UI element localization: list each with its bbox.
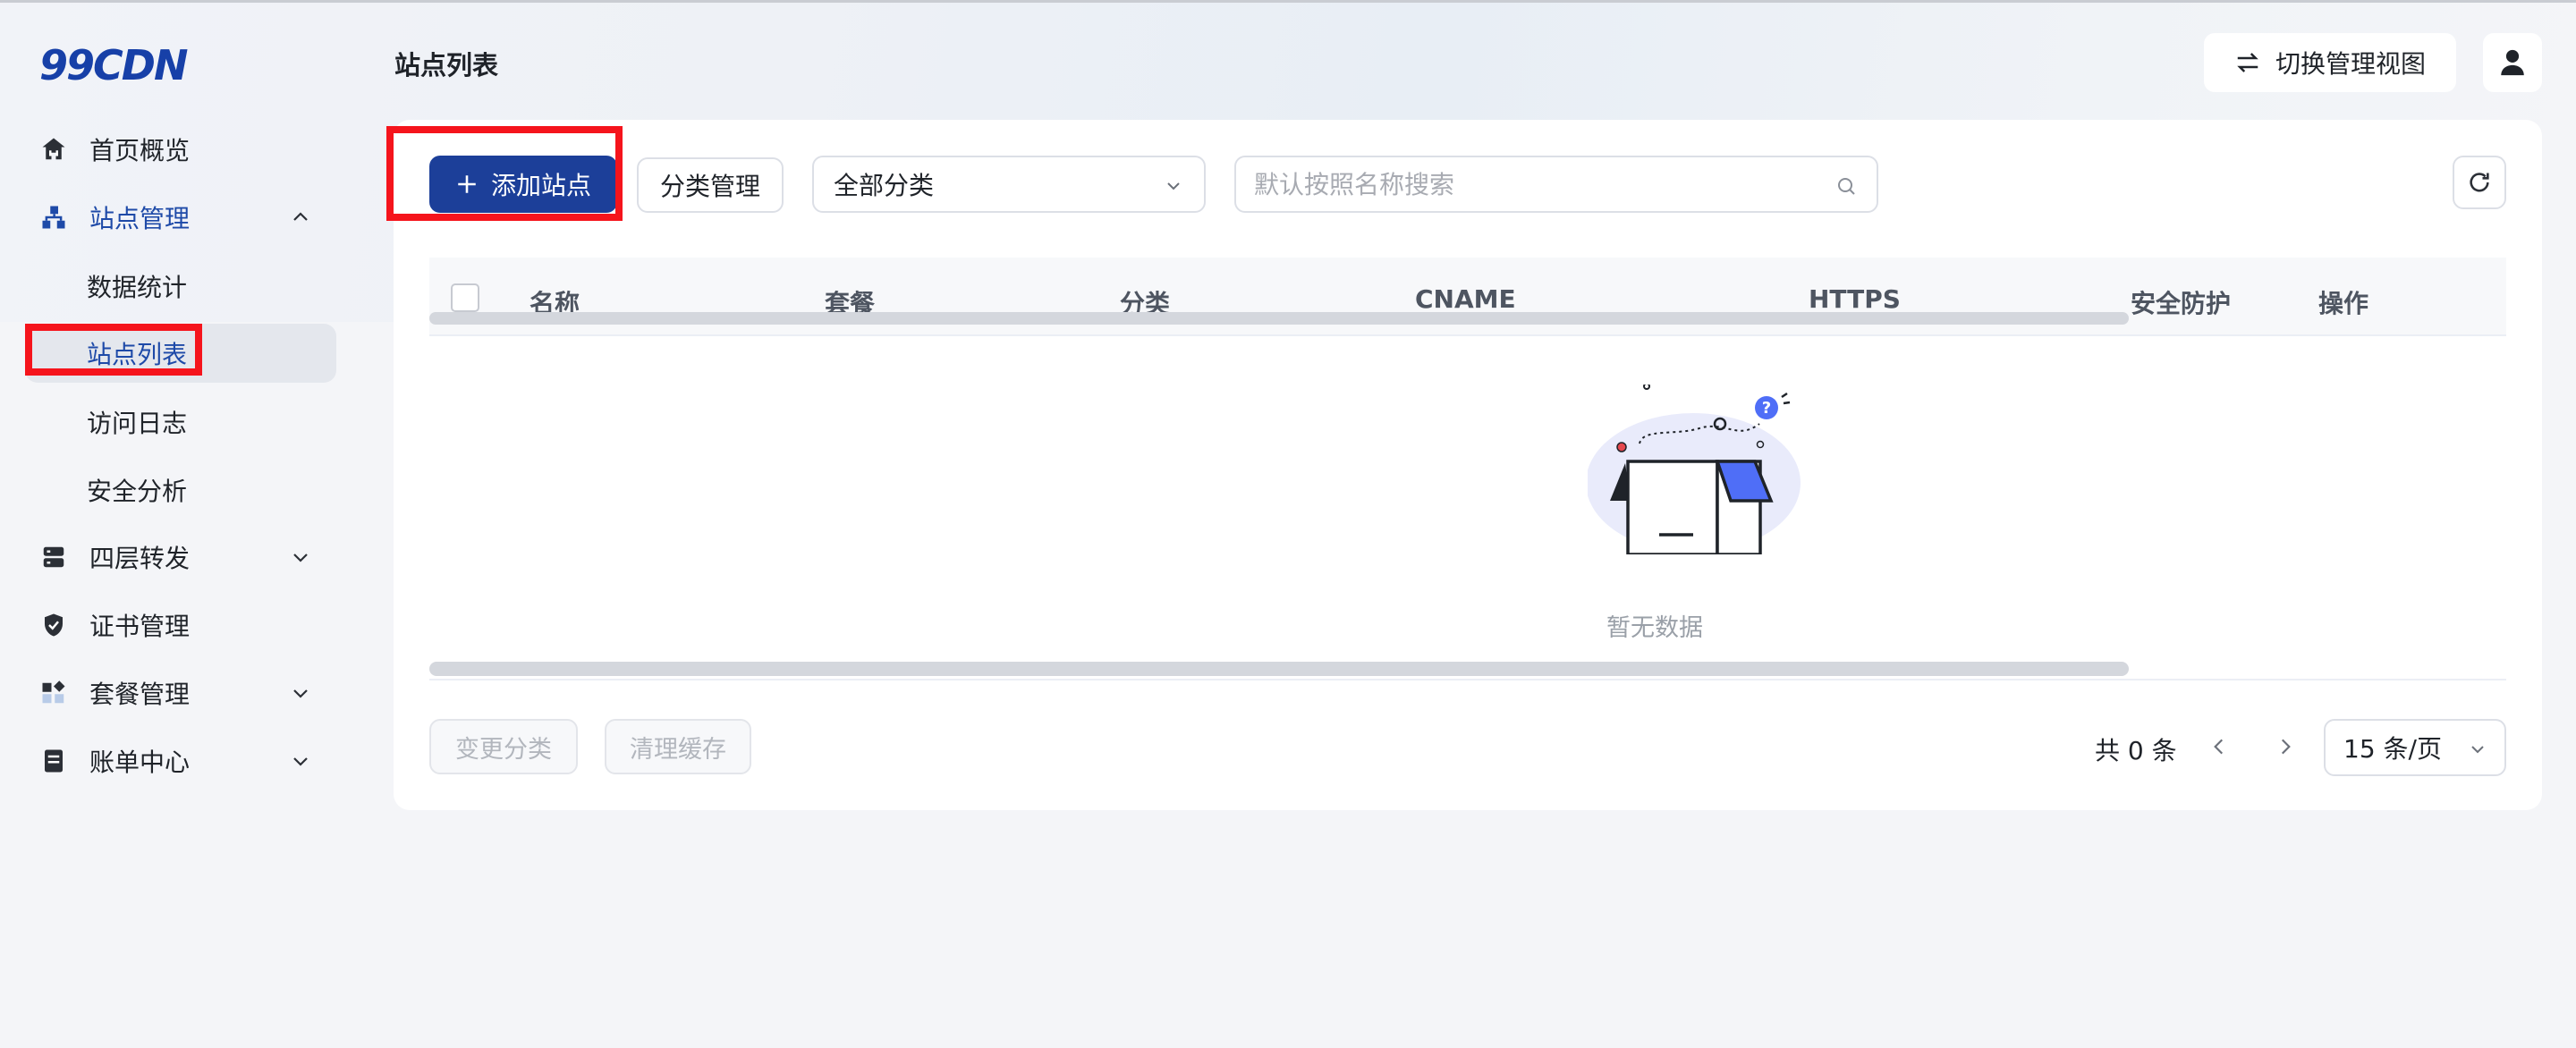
- sidebar-item-label: 证书管理: [89, 612, 191, 641]
- category-select[interactable]: 全部分类: [812, 156, 1206, 213]
- table-horizontal-scrollbar[interactable]: [429, 662, 2129, 676]
- highlight-box-add-site: [386, 126, 623, 221]
- package-icon: [39, 679, 68, 707]
- user-icon: [2501, 49, 2524, 76]
- sidebar-item-label: 套餐管理: [89, 680, 191, 709]
- sidebar-item-site-management[interactable]: 站点管理: [25, 189, 336, 246]
- clear-cache-button[interactable]: 清理缓存: [605, 719, 751, 774]
- page-size-value: 15 条/页: [2343, 734, 2442, 764]
- sidebar-item-access-logs[interactable]: 访问日志: [25, 393, 336, 452]
- window-top-border: [0, 0, 2576, 3]
- svg-text:?: ?: [1762, 399, 1771, 418]
- sidebar-item-security-analysis[interactable]: 安全分析: [25, 461, 336, 520]
- shield-icon: [39, 611, 68, 639]
- sidebar-item-l4-forwarding[interactable]: 四层转发: [25, 528, 336, 586]
- empty-state-text: 暂无数据: [1606, 614, 1703, 642]
- sidebar-item-label: 数据统计: [87, 273, 188, 302]
- logo[interactable]: 99CDN: [39, 41, 188, 89]
- server-icon: [39, 543, 68, 571]
- column-header-actions[interactable]: 操作: [2318, 284, 2368, 320]
- sidebar: 99CDN 首页概览 站点管理 数据统计 站点列表 访问日志 安全分析 四层转发: [0, 0, 358, 1048]
- sidebar-item-label: 站点管理: [89, 204, 191, 233]
- sidebar-item-label: 四层转发: [89, 544, 191, 573]
- column-header-security[interactable]: 安全防护: [2131, 284, 2231, 320]
- switch-view-button[interactable]: 切换管理视图: [2204, 33, 2456, 92]
- sidebar-item-home[interactable]: 首页概览: [25, 121, 336, 178]
- switch-view-label: 切换管理视图: [2275, 49, 2426, 79]
- search-input[interactable]: [1254, 159, 1826, 209]
- chevron-down-icon: [2471, 746, 2484, 754]
- swap-icon: [2237, 53, 2258, 72]
- chevron-down-icon: [293, 757, 308, 766]
- empty-box-illustration: ?: [1588, 385, 1801, 554]
- chevron-down-icon: [293, 554, 308, 562]
- table-bottom-divider: [429, 679, 2506, 680]
- sidebar-item-billing[interactable]: 账单中心: [25, 732, 336, 790]
- column-header-https[interactable]: HTTPS: [1809, 284, 1901, 314]
- user-avatar-button[interactable]: [2483, 33, 2542, 92]
- sitemap-icon: [39, 203, 68, 232]
- home-icon: [39, 135, 68, 164]
- site-list-card: 添加站点 分类管理 全部分类 名称 套餐 分类 CNAME HTTPS 安全防护…: [394, 120, 2542, 810]
- change-category-button[interactable]: 变更分类: [429, 719, 578, 774]
- refresh-icon: [2470, 173, 2489, 192]
- refresh-button[interactable]: [2453, 156, 2506, 209]
- category-management-button[interactable]: 分类管理: [637, 157, 784, 213]
- pagination-prev-icon[interactable]: [2207, 735, 2231, 758]
- sidebar-item-label: 账单中心: [89, 748, 191, 777]
- pagination-next-icon[interactable]: [2274, 735, 2297, 758]
- page-size-select[interactable]: 15 条/页: [2324, 719, 2506, 776]
- chevron-down-icon: [1167, 182, 1180, 190]
- bill-icon: [39, 747, 68, 775]
- chevron-up-icon: [293, 212, 308, 221]
- sidebar-item-label: 安全分析: [87, 477, 188, 506]
- category-select-value: 全部分类: [834, 171, 935, 200]
- column-header-cname[interactable]: CNAME: [1415, 284, 1516, 314]
- sidebar-item-label: 访问日志: [87, 409, 188, 438]
- chevron-down-icon: [293, 689, 308, 698]
- highlight-box-site-list: [25, 324, 202, 376]
- select-all-checkbox[interactable]: [451, 283, 479, 312]
- sidebar-item-packages[interactable]: 套餐管理: [25, 664, 336, 722]
- sidebar-item-certificates[interactable]: 证书管理: [25, 596, 336, 654]
- total-count: 共 0 条: [2095, 736, 2177, 765]
- search-icon[interactable]: [1835, 175, 1857, 197]
- search-box: [1234, 156, 1878, 213]
- sidebar-item-data-statistics[interactable]: 数据统计: [25, 257, 336, 316]
- table-horizontal-scrollbar-top[interactable]: [429, 312, 2129, 325]
- page-title: 站点列表: [394, 50, 499, 80]
- sidebar-item-label: 首页概览: [89, 136, 191, 165]
